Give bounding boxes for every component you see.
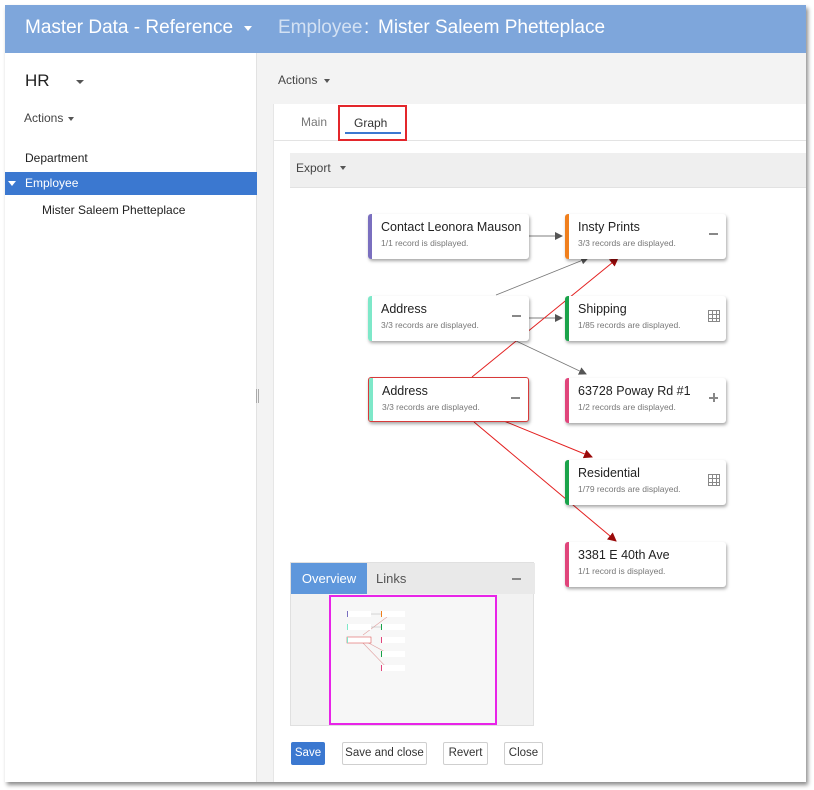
close-button[interactable]: Close <box>504 742 543 765</box>
sidebar: HR Actions Department Employee Mister Sa… <box>5 53 257 782</box>
edge-address-to-poway <box>513 339 587 375</box>
breadcrumb-record: Mister Saleem Phetteplace <box>378 17 606 38</box>
breadcrumb-separator: : <box>364 17 370 38</box>
node-subtitle: 1/79 records are displayed. <box>578 484 681 494</box>
node-title: Address <box>382 384 428 398</box>
tab-links[interactable]: Links <box>376 563 406 594</box>
expand-caret-icon[interactable] <box>8 181 16 186</box>
overview-panel: Overview Links <box>290 562 535 726</box>
node-title: Residential <box>578 466 640 480</box>
graph-minimap <box>346 611 405 671</box>
node-subtitle: 1/85 records are displayed. <box>578 320 681 330</box>
node-title: Address <box>381 302 427 316</box>
overview-viewport[interactable] <box>329 595 497 725</box>
app-title[interactable]: Master Data - Reference <box>25 17 233 39</box>
save-button[interactable]: Save <box>291 742 325 765</box>
app-window: Master Data - Reference Employee : Miste… <box>5 5 806 782</box>
sidebar-item-employee[interactable]: Employee <box>5 172 257 195</box>
revert-button[interactable]: Revert <box>443 742 488 765</box>
app-switcher-caret-icon[interactable] <box>244 26 252 31</box>
node-title: Contact Leonora Mauson <box>381 220 522 234</box>
node-title: 3381 E 40th Ave <box>578 548 670 562</box>
node-color-bar <box>565 542 569 587</box>
expand-plus-icon[interactable] <box>708 392 720 404</box>
main-actions-caret-icon[interactable] <box>324 79 330 83</box>
graph-node-address-1[interactable]: Address 3/3 records are displayed. <box>368 296 529 341</box>
node-color-bar <box>369 378 373 421</box>
graph-node-residential[interactable]: Residential 1/79 records are displayed. <box>565 460 726 505</box>
minimize-icon[interactable] <box>511 573 523 585</box>
table-icon[interactable] <box>708 310 720 322</box>
collapse-minus-icon[interactable] <box>510 392 522 404</box>
graph-node-poway[interactable]: 63728 Poway Rd #1 1/2 records are displa… <box>565 378 726 423</box>
sidebar-actions-caret-icon[interactable] <box>68 117 74 121</box>
record-panel: Main Graph Export Contact Leonora Mauson… <box>273 104 806 782</box>
sidebar-resize-handle[interactable] <box>256 389 259 403</box>
node-color-bar <box>565 214 569 259</box>
node-color-bar <box>565 378 569 423</box>
sidebar-actions-menu[interactable]: Actions <box>24 111 63 125</box>
save-and-close-button[interactable]: Save and close <box>342 742 427 765</box>
node-color-bar <box>565 460 569 505</box>
sidebar-item-label: Mister Saleem Phetteplace <box>42 203 186 217</box>
graph-node-contact[interactable]: Contact Leonora Mauson 1/1 record is dis… <box>368 214 529 259</box>
sidebar-item-label: Department <box>25 151 88 165</box>
node-color-bar <box>565 296 569 341</box>
sidebar-title[interactable]: HR <box>25 71 50 91</box>
node-color-bar <box>368 214 372 259</box>
graph-node-insty-prints[interactable]: Insty Prints 3/3 records are displayed. <box>565 214 726 259</box>
collapse-minus-icon[interactable] <box>511 310 523 322</box>
node-subtitle: 3/3 records are displayed. <box>382 402 480 412</box>
node-title: Shipping <box>578 302 627 316</box>
graph-node-3381[interactable]: 3381 E 40th Ave 1/1 record is displayed. <box>565 542 726 587</box>
node-title: Insty Prints <box>578 220 640 234</box>
sidebar-item-label: Employee <box>25 176 79 190</box>
node-color-bar <box>368 296 372 341</box>
breadcrumb-entity[interactable]: Employee <box>278 17 363 39</box>
node-title: 63728 Poway Rd #1 <box>578 384 691 398</box>
node-subtitle: 3/3 records are displayed. <box>381 320 479 330</box>
sidebar-title-caret-icon[interactable] <box>76 80 84 84</box>
node-subtitle: 3/3 records are displayed. <box>578 238 676 248</box>
table-icon[interactable] <box>708 474 720 486</box>
edge-address-to-insty <box>495 256 589 296</box>
app-header: Master Data - Reference Employee : Miste… <box>5 5 806 53</box>
edge-selected-to-residential <box>503 420 593 459</box>
node-subtitle: 1/1 record is displayed. <box>381 238 469 248</box>
sidebar-item-department[interactable]: Department <box>5 147 257 170</box>
graph-node-shipping[interactable]: Shipping 1/85 records are displayed. <box>565 296 726 341</box>
node-subtitle: 1/1 record is displayed. <box>578 566 666 576</box>
main-actions-menu[interactable]: Actions <box>278 73 317 87</box>
overview-tab-bar: Overview Links <box>291 563 535 594</box>
sidebar-item-record[interactable]: Mister Saleem Phetteplace <box>5 199 257 222</box>
tab-overview[interactable]: Overview <box>291 563 367 594</box>
collapse-minus-icon[interactable] <box>708 228 720 240</box>
graph-node-address-2-selected[interactable]: Address 3/3 records are displayed. <box>368 377 529 422</box>
node-subtitle: 1/2 records are displayed. <box>578 402 676 412</box>
